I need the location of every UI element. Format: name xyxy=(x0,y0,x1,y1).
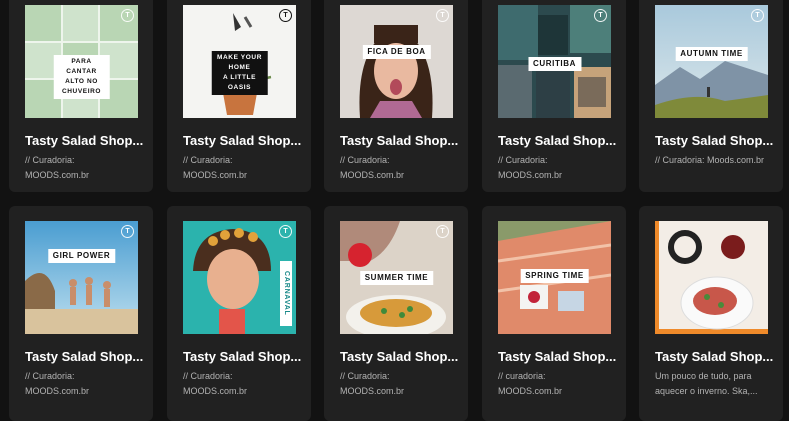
playlist-title[interactable]: Tasty Salad Shop... xyxy=(25,133,149,148)
description-line: // curadoria: xyxy=(498,371,546,381)
playlist-card[interactable]: T CARNAVAL Tasty Salad Shop... // Curado… xyxy=(167,206,311,421)
playlist-cover-image: T PARA CANTAR ALTO NO CHUVEIRO xyxy=(25,5,138,118)
brand-t-icon: T xyxy=(279,225,292,238)
description-line: Um pouco de tudo, para xyxy=(655,371,752,381)
playlist-card[interactable]: T MAKE YOUR HOME A LITTLE OASIS Tasty Sa… xyxy=(167,0,311,192)
playlist-grid: T PARA CANTAR ALTO NO CHUVEIRO Tasty Sal… xyxy=(0,0,789,421)
brand-t-icon: T xyxy=(436,225,449,238)
description-line: // Curadoria: xyxy=(183,371,233,381)
playlist-cover-image xyxy=(655,221,768,334)
cover-label: MAKE YOUR HOME A LITTLE OASIS xyxy=(211,51,268,95)
cover-label: CURITIBA xyxy=(527,57,582,71)
description-line: MOODS.com.br xyxy=(340,170,405,180)
description-line: MOODS.com.br xyxy=(25,170,90,180)
playlist-title[interactable]: Tasty Salad Shop... xyxy=(25,349,149,364)
description-line: MOODS.com.br xyxy=(498,170,563,180)
playlist-title[interactable]: Tasty Salad Shop... xyxy=(498,349,622,364)
playlist-title[interactable]: Tasty Salad Shop... xyxy=(655,349,779,364)
description-line: // Curadoria: xyxy=(340,155,390,165)
playlist-title[interactable]: Tasty Salad Shop... xyxy=(655,133,779,148)
description-line: aquecer o inverno. Ska,... xyxy=(655,386,758,396)
playlist-description: // Curadoria: MOODS.com.br xyxy=(340,153,460,183)
description-line: MOODS.com.br xyxy=(25,386,90,396)
description-line: // Curadoria: xyxy=(340,371,390,381)
playlist-description: // Curadoria: MOODS.com.br xyxy=(340,369,460,399)
cover-label: GIRL POWER xyxy=(47,249,116,263)
description-line: // Curadoria: xyxy=(498,155,548,165)
playlist-card[interactable]: T AUTUMN TIME Tasty Salad Shop... // Cur… xyxy=(639,0,783,192)
playlist-description: // Curadoria: MOODS.com.br xyxy=(25,153,145,183)
playlist-description: Um pouco de tudo, para aquecer o inverno… xyxy=(655,369,775,399)
playlist-description: // curadoria: MOODS.com.br xyxy=(498,369,618,399)
playlist-cover-image: T CURITIBA xyxy=(498,5,611,118)
description-line: MOODS.com.br xyxy=(340,386,405,396)
playlist-cover-image: T SUMMER TIME xyxy=(340,221,453,334)
description-line: // Curadoria: xyxy=(25,371,75,381)
playlist-description: // Curadoria: Moods.com.br xyxy=(655,153,775,168)
playlist-card[interactable]: T CURITIBA Tasty Salad Shop... // Curado… xyxy=(482,0,626,192)
description-line: MOODS.com.br xyxy=(498,386,563,396)
playlist-cover-image: T MAKE YOUR HOME A LITTLE OASIS xyxy=(183,5,296,118)
description-line: // Curadoria: xyxy=(25,155,75,165)
cover-label: SUMMER TIME xyxy=(359,271,434,285)
brand-t-icon: T xyxy=(436,9,449,22)
brand-t-icon: T xyxy=(594,9,607,22)
playlist-card[interactable]: T SUMMER TIME Tasty Salad Shop... // Cur… xyxy=(324,206,468,421)
playlist-title[interactable]: Tasty Salad Shop... xyxy=(498,133,622,148)
description-line: // Curadoria: xyxy=(183,155,233,165)
playlist-title[interactable]: Tasty Salad Shop... xyxy=(340,349,464,364)
cover-label: AUTUMN TIME xyxy=(675,47,748,61)
description-line: MOODS.com.br xyxy=(183,170,248,180)
playlist-title[interactable]: Tasty Salad Shop... xyxy=(183,133,307,148)
playlist-title[interactable]: Tasty Salad Shop... xyxy=(183,349,307,364)
cover-label: FICA DE BOA xyxy=(362,45,431,59)
brand-t-icon: T xyxy=(279,9,292,22)
playlist-description: // Curadoria: MOODS.com.br xyxy=(25,369,145,399)
brand-t-icon: T xyxy=(751,9,764,22)
playlist-cover-image: T AUTUMN TIME xyxy=(655,5,768,118)
playlist-card[interactable]: T GIRL POWER Tasty Salad Shop... // Cura… xyxy=(9,206,153,421)
playlist-cover-image: T GIRL POWER xyxy=(25,221,138,334)
playlist-description: // Curadoria: MOODS.com.br xyxy=(183,153,303,183)
cover-label: SPRING TIME xyxy=(520,269,589,283)
description-line: MOODS.com.br xyxy=(183,386,248,396)
playlist-title[interactable]: Tasty Salad Shop... xyxy=(340,133,464,148)
cover-label: CARNAVAL xyxy=(280,261,292,326)
brand-t-icon: T xyxy=(121,9,134,22)
playlist-description: // Curadoria: MOODS.com.br xyxy=(183,369,303,399)
playlist-card[interactable]: T PARA CANTAR ALTO NO CHUVEIRO Tasty Sal… xyxy=(9,0,153,192)
playlist-cover-image: SPRING TIME xyxy=(498,221,611,334)
playlist-card[interactable]: T FICA DE BOA Tasty Salad Shop... // Cur… xyxy=(324,0,468,192)
playlist-description: // Curadoria: MOODS.com.br xyxy=(498,153,618,183)
cover-label: PARA CANTAR ALTO NO CHUVEIRO xyxy=(53,55,110,99)
playlist-card[interactable]: SPRING TIME Tasty Salad Shop... // curad… xyxy=(482,206,626,421)
description-line: // Curadoria: Moods.com.br xyxy=(655,155,765,165)
brand-t-icon: T xyxy=(121,225,134,238)
playlist-cover-image: T CARNAVAL xyxy=(183,221,296,334)
playlist-cover-image: T FICA DE BOA xyxy=(340,5,453,118)
playlist-card[interactable]: Tasty Salad Shop... Um pouco de tudo, pa… xyxy=(639,206,783,421)
